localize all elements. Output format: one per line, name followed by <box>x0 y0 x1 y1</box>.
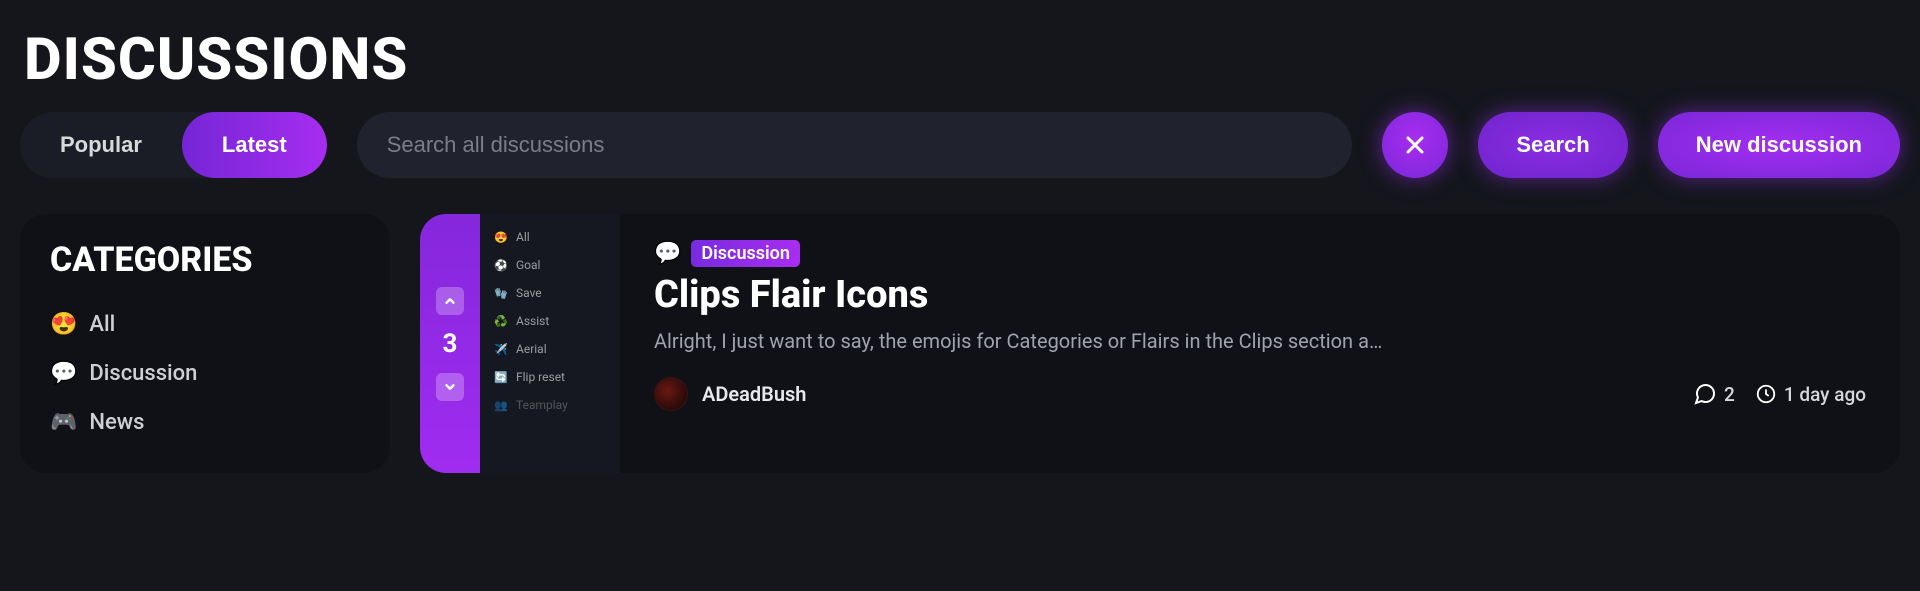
category-all[interactable]: 😍 All <box>50 300 360 349</box>
card-footer: ADeadBush 2 <box>654 377 1866 411</box>
chevron-down-icon <box>443 380 457 394</box>
soccer-icon: ⚽ <box>494 259 508 272</box>
gloves-icon: 🧤 <box>494 287 508 300</box>
comments-number: 2 <box>1724 383 1735 406</box>
mini-cat-aerial[interactable]: ✈️ Aerial <box>494 342 606 356</box>
mini-categories: 😍 All ⚽ Goal 🧤 Save ♻️ Assist ✈️ Aer <box>480 214 620 473</box>
mini-cat-label: Assist <box>516 314 549 328</box>
mini-cat-flip-reset[interactable]: 🔄 Flip reset <box>494 370 606 384</box>
sort-toggle: Popular Latest <box>20 112 327 178</box>
tab-latest[interactable]: Latest <box>182 112 327 178</box>
speech-bubble-icon: 💬 <box>50 361 77 386</box>
plane-icon: ✈️ <box>494 343 508 356</box>
category-news[interactable]: 🎮 News <box>50 398 360 447</box>
page-title: DISCUSSIONS <box>24 26 1900 94</box>
flip-icon: 🔄 <box>494 371 508 384</box>
search-input[interactable] <box>357 112 1353 178</box>
search-button[interactable]: Search <box>1478 112 1627 178</box>
heart-eyes-icon: 😍 <box>50 312 77 337</box>
vote-count: 3 <box>443 329 458 359</box>
mini-cat-assist[interactable]: ♻️ Assist <box>494 314 606 328</box>
category-label: All <box>89 312 115 337</box>
author-name: ADeadBush <box>702 382 806 406</box>
category-label: News <box>89 410 144 435</box>
vote-column: 3 <box>420 214 480 473</box>
mini-cat-teamplay[interactable]: 👥 Teamplay <box>494 398 606 412</box>
discussion-excerpt: Alright, I just want to say, the emojis … <box>654 329 1866 353</box>
gamepad-icon: 🎮 <box>50 410 77 435</box>
comments-count[interactable]: 2 <box>1693 382 1735 406</box>
category-discussion[interactable]: 💬 Discussion <box>50 349 360 398</box>
flair-row: 💬 Discussion <box>654 240 1866 267</box>
downvote-button[interactable] <box>436 373 464 401</box>
clock-icon <box>1755 383 1777 405</box>
team-icon: 👥 <box>494 399 508 412</box>
mini-cat-label: Goal <box>516 258 540 272</box>
discussion-title[interactable]: Clips Flair Icons <box>654 273 1866 317</box>
mini-cat-goal[interactable]: ⚽ Goal <box>494 258 606 272</box>
timestamp: 1 day ago <box>1755 383 1866 406</box>
close-button[interactable] <box>1382 112 1448 178</box>
mini-cat-save[interactable]: 🧤 Save <box>494 286 606 300</box>
tab-popular[interactable]: Popular <box>20 112 182 178</box>
mini-cat-label: All <box>516 230 530 244</box>
categories-title: CATEGORIES <box>50 240 360 280</box>
controls-row: Popular Latest Search New discussion <box>20 112 1900 178</box>
upvote-button[interactable] <box>436 287 464 315</box>
speech-bubble-icon: 💬 <box>654 241 681 266</box>
card-meta: 2 1 day ago <box>1693 382 1866 406</box>
close-icon <box>1403 133 1427 157</box>
mini-cat-all[interactable]: 😍 All <box>494 230 606 244</box>
mini-cat-label: Save <box>516 286 542 300</box>
content-row: CATEGORIES 😍 All 💬 Discussion 🎮 News <box>20 214 1900 473</box>
mini-cat-label: Aerial <box>516 342 547 356</box>
author[interactable]: ADeadBush <box>654 377 806 411</box>
avatar <box>654 377 688 411</box>
mini-cat-label: Flip reset <box>516 370 565 384</box>
discussion-card[interactable]: 3 😍 All ⚽ Goal 🧤 Save <box>420 214 1900 473</box>
flair-tag[interactable]: Discussion <box>691 240 800 267</box>
new-discussion-button[interactable]: New discussion <box>1658 112 1900 178</box>
recycle-icon: ♻️ <box>494 315 508 328</box>
mini-cat-label: Teamplay <box>516 398 568 412</box>
card-main: 💬 Discussion Clips Flair Icons Alright, … <box>620 214 1900 473</box>
time-text: 1 day ago <box>1784 383 1866 406</box>
chevron-up-icon <box>443 294 457 308</box>
comment-icon <box>1693 382 1717 406</box>
heart-eyes-icon: 😍 <box>494 231 508 244</box>
categories-sidebar: CATEGORIES 😍 All 💬 Discussion 🎮 News <box>20 214 390 473</box>
category-label: Discussion <box>89 361 197 386</box>
